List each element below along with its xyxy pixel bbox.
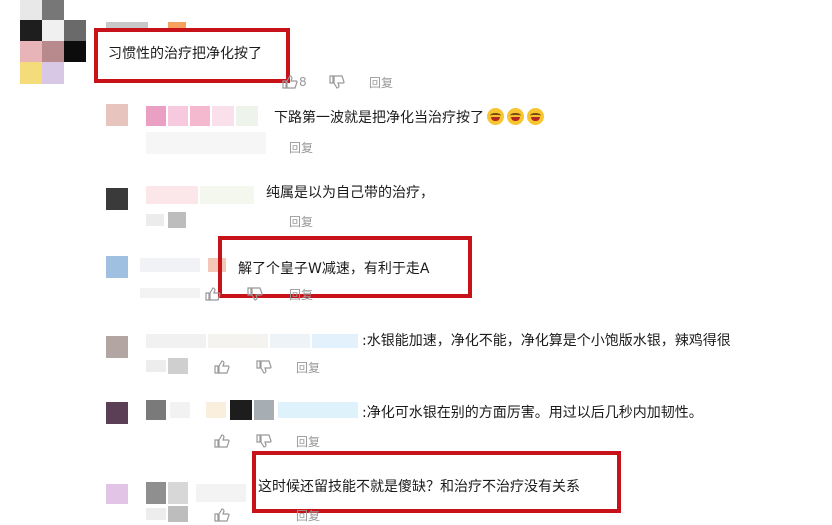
avatar[interactable] [106,104,128,126]
username-blurred[interactable] [146,186,256,204]
reply-link[interactable]: 回复 [289,213,313,230]
blurred-block [146,132,266,154]
blurred-block [146,358,190,374]
comment-text: :净化可水银在别的方面厉害。用过以后几秒内加韧性。 [362,405,703,421]
reply-link[interactable]: 回复 [289,139,313,156]
avatar[interactable] [106,256,128,278]
avatar[interactable] [20,0,86,86]
comment-text: 下路第一波就是把净化当治疗按了 [274,108,544,127]
thumbs-up-icon[interactable] [214,434,230,448]
reply-link[interactable]: 回复 [369,74,393,91]
username-blurred[interactable] [140,258,230,272]
thumbs-down-icon[interactable] [329,75,345,89]
like-count: 8 [299,75,307,89]
highlight-box [94,28,290,83]
thumbs-up-icon[interactable] [214,508,230,522]
username-blurred[interactable] [146,106,264,126]
avatar[interactable] [106,188,128,210]
thumbs-up-icon[interactable] [205,287,221,301]
blurred-block [146,212,188,228]
comment-text: :水银能加速，净化不能，净化算是个小饱版水银，辣鸡得很 [362,333,731,349]
blurred-block [140,288,200,298]
thumbs-up-icon[interactable] [214,360,230,374]
laughing-emoji-icon [527,108,544,125]
reply-link[interactable]: 回复 [296,433,320,450]
blurred-block [146,506,190,522]
avatar[interactable] [106,484,128,504]
thumbs-down-icon[interactable] [256,434,272,448]
thumbs-down-icon[interactable] [256,360,272,374]
laughing-emoji-icon [507,108,524,125]
reply-link[interactable]: 回复 [296,507,320,524]
username-blurred[interactable] [146,400,360,420]
reply-link[interactable]: 回复 [289,286,313,303]
username-blurred[interactable] [146,334,360,348]
username-blurred[interactable] [146,482,250,504]
comment-text: 纯属是以为自己带的治疗， [266,185,434,201]
thumbs-up-icon[interactable] [282,75,298,89]
thumbs-down-icon[interactable] [247,287,263,301]
laughing-emoji-icon [487,108,504,125]
avatar[interactable] [106,402,128,424]
highlight-box [252,451,621,513]
reply-link[interactable]: 回复 [296,359,320,376]
avatar[interactable] [106,336,128,358]
